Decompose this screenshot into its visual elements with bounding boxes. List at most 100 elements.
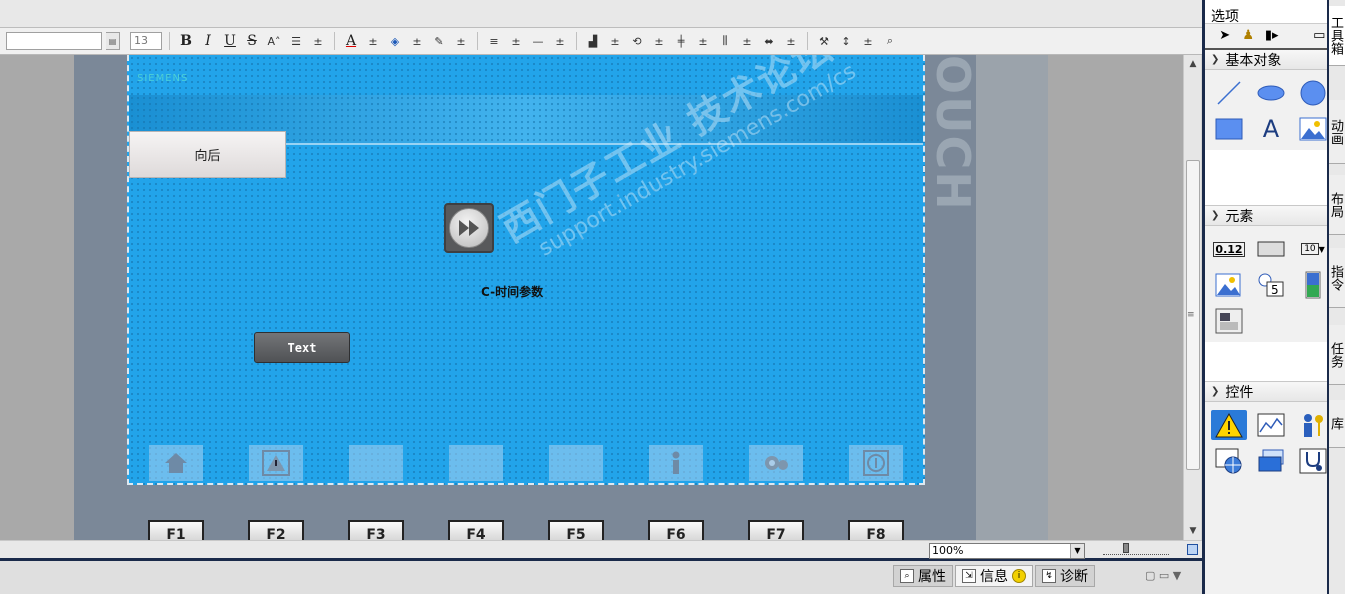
line-color-icon[interactable]: ✎ — [430, 31, 448, 51]
layer-order-icon[interactable]: ▟ — [584, 31, 602, 51]
zoom-slider[interactable] — [1103, 543, 1169, 555]
tab-layout[interactable]: 布局 — [1328, 175, 1345, 235]
line-style-icon[interactable]: — — [529, 31, 547, 51]
screen-canvas[interactable]: OUCH SIEMENS 向后 C-时间参数 Text 西门子工业 技术论坛 s… — [0, 55, 1183, 540]
dropdown-icon[interactable]: ± — [507, 31, 525, 51]
strikethrough-button[interactable]: S — [243, 31, 261, 51]
dropdown-icon[interactable]: ± — [364, 31, 382, 51]
ellipse-tool-icon[interactable] — [1253, 78, 1289, 108]
dropdown-icon[interactable]: ± — [782, 31, 800, 51]
switch-tool-icon[interactable] — [1211, 306, 1247, 336]
zoom-slider-handle[interactable] — [1123, 543, 1129, 553]
dropdown-icon[interactable]: ± — [452, 31, 470, 51]
button-tool-icon[interactable] — [1253, 234, 1289, 264]
fill-color-icon[interactable]: ◈ — [386, 31, 404, 51]
stamp-tool-icon[interactable]: ♟ — [1241, 27, 1257, 45]
circle-tool-icon[interactable] — [1295, 78, 1331, 108]
zoom-select[interactable]: 100% ▼ — [929, 543, 1085, 559]
nav-info-button[interactable] — [849, 445, 903, 481]
line-width-icon[interactable]: ≡ — [485, 31, 503, 51]
tab-properties[interactable]: ⌕ 属性 — [893, 565, 953, 587]
distribute-icon[interactable]: ⫼ — [716, 31, 734, 51]
zoom-value: 100% — [932, 544, 964, 557]
tab-diagnostics[interactable]: ↯ 诊断 — [1035, 565, 1095, 587]
scroll-grip-icon: ≡ — [1187, 310, 1195, 320]
diagnostics-view-tool-icon[interactable] — [1295, 446, 1331, 476]
dropdown-icon[interactable]: ± — [694, 31, 712, 51]
rectangle-tool-icon[interactable] — [1211, 114, 1247, 144]
function-key-f6[interactable]: F6 — [648, 520, 704, 540]
rotate-icon[interactable]: ⟲ — [628, 31, 646, 51]
tab-info[interactable]: ⇲ 信息 i — [955, 565, 1033, 587]
function-key-f4[interactable]: F4 — [448, 520, 504, 540]
pointer-tool-icon[interactable]: ➤ — [1217, 27, 1233, 45]
vertical-scrollbar[interactable]: ▲ ≡ ▼ — [1183, 55, 1201, 540]
tab-instructions[interactable]: 指令 — [1328, 248, 1345, 308]
zoom-area-icon[interactable]: ⌕ — [881, 31, 899, 51]
function-key-f7[interactable]: F7 — [748, 520, 804, 540]
scroll-down-icon[interactable]: ▼ — [1186, 524, 1200, 538]
align-objects-icon[interactable]: ╪ — [672, 31, 690, 51]
chevron-down-icon: ❯ — [1211, 386, 1220, 397]
dropdown-icon[interactable]: ± — [606, 31, 624, 51]
symbolic-io-tool-icon[interactable]: 10 ▼ — [1295, 234, 1331, 264]
trend-view-tool-icon[interactable] — [1253, 410, 1289, 440]
align-text-icon[interactable]: ☰ — [287, 31, 305, 51]
view-toggle-icon[interactable]: ▭ — [1312, 27, 1328, 45]
scroll-up-icon[interactable]: ▲ — [1186, 57, 1200, 71]
controls-grid — [1205, 402, 1327, 482]
dropdown-icon[interactable]: ± — [309, 31, 327, 51]
nav-empty-button[interactable] — [549, 445, 603, 481]
section-basic-objects[interactable]: ❯ 基本对象 — [1205, 50, 1327, 70]
tab-animation[interactable]: 动画 — [1328, 100, 1345, 164]
nav-empty-button[interactable] — [349, 445, 403, 481]
dropdown-icon[interactable]: ± — [551, 31, 569, 51]
fast-forward-button[interactable] — [444, 203, 494, 253]
section-controls[interactable]: ❯ 控件 — [1205, 382, 1327, 402]
graphic-io-tool-icon[interactable] — [1211, 270, 1247, 300]
font-color-button[interactable]: A — [342, 31, 360, 51]
panel-layout-controls[interactable]: ▢ ▭ ▼ — [1145, 569, 1181, 582]
spacing-icon[interactable]: ↕ — [837, 31, 855, 51]
web-browser-tool-icon[interactable] — [1211, 446, 1247, 476]
nav-user-button[interactable] — [649, 445, 703, 481]
tab-libraries[interactable]: 库 — [1328, 400, 1345, 448]
nav-settings-button[interactable] — [749, 445, 803, 481]
nav-empty-button[interactable] — [449, 445, 503, 481]
nav-home-button[interactable] — [149, 445, 203, 481]
date-time-tool-icon[interactable]: 5 — [1253, 270, 1289, 300]
font-size-combo[interactable]: 13 — [130, 32, 162, 50]
text-tool-icon[interactable]: A — [1253, 114, 1289, 144]
bold-button[interactable]: B — [177, 31, 195, 51]
recipe-view-tool-icon[interactable] — [1253, 446, 1289, 476]
dropdown-icon[interactable]: ± — [738, 31, 756, 51]
dropdown-icon[interactable]: ± — [859, 31, 877, 51]
function-key-f1[interactable]: F1 — [148, 520, 204, 540]
italic-button[interactable]: I — [199, 31, 217, 51]
tab-tasks[interactable]: 任务 — [1328, 325, 1345, 385]
text-button[interactable]: Text — [254, 332, 350, 363]
hmi-screen[interactable]: SIEMENS 向后 C-时间参数 Text 西门子工业 技术论坛 suppor… — [127, 55, 925, 485]
alarm-view-tool-icon[interactable] — [1211, 410, 1247, 440]
zoom-fit-icon[interactable] — [1187, 544, 1198, 555]
section-elements[interactable]: ❯ 元素 — [1205, 206, 1327, 226]
grow-font-button[interactable]: A˄ — [265, 31, 283, 51]
format-painter-icon[interactable]: ⚒ — [815, 31, 833, 51]
function-key-f2[interactable]: F2 — [248, 520, 304, 540]
font-family-combo[interactable] — [6, 32, 102, 50]
font-family-dropdown-icon[interactable]: ▤ — [106, 32, 120, 50]
function-key-f8[interactable]: F8 — [848, 520, 904, 540]
dropdown-icon[interactable]: ± — [408, 31, 426, 51]
same-size-icon[interactable]: ⬌ — [760, 31, 778, 51]
nav-alarm-button[interactable] — [249, 445, 303, 481]
tab-toolbox[interactable]: 工具箱 — [1328, 6, 1345, 66]
chevron-down-icon[interactable]: ▼ — [1070, 544, 1084, 558]
function-key-f3[interactable]: F3 — [348, 520, 404, 540]
underline-button[interactable]: U — [221, 31, 239, 51]
io-field-tool-icon[interactable]: 0.12 — [1211, 234, 1247, 264]
line-tool-icon[interactable] — [1211, 78, 1247, 108]
object-palette-icon[interactable]: ▮▸ — [1264, 27, 1280, 45]
dropdown-icon[interactable]: ± — [650, 31, 668, 51]
function-key-f5[interactable]: F5 — [548, 520, 604, 540]
back-button[interactable]: 向后 — [129, 131, 286, 178]
